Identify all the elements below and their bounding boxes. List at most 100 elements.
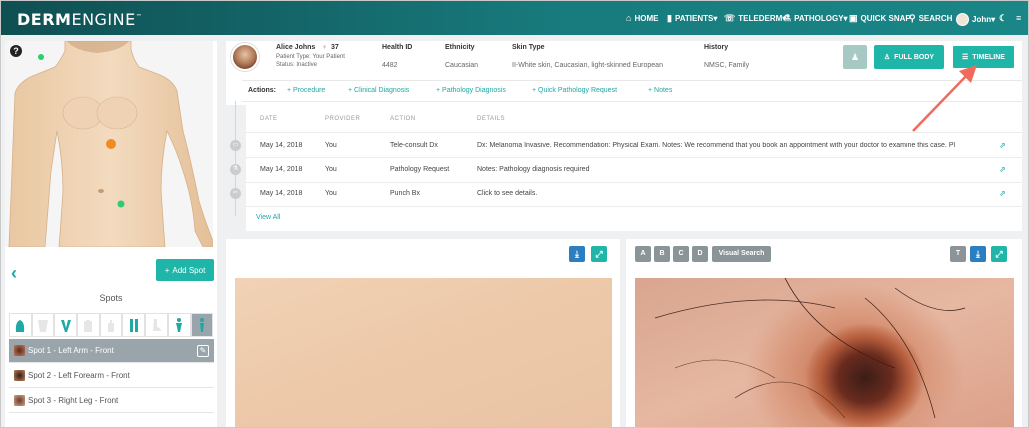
divider xyxy=(246,182,1022,183)
spot-label: Spot 3 - Right Leg - Front xyxy=(28,396,119,405)
health-id-value: 4482 xyxy=(382,62,398,69)
user-avatar xyxy=(956,13,969,26)
nav-quick-snap[interactable]: ▣ QUICK SNAP xyxy=(849,13,911,24)
torso-region-icon[interactable] xyxy=(31,313,55,337)
full-body-region-icon[interactable] xyxy=(167,313,191,337)
download-icon[interactable]: ⤓ xyxy=(970,246,986,262)
spot-item[interactable]: Spot 2 - Left Forearm - Front xyxy=(9,364,214,388)
expand-icon[interactable]: ⤢ xyxy=(591,246,607,262)
health-id-label: Health ID xyxy=(382,44,413,51)
menu-toggle[interactable]: ≡ xyxy=(1016,13,1021,23)
open-external-icon[interactable]: ⇗ xyxy=(999,189,1006,198)
body-region-filter xyxy=(9,313,214,337)
divider xyxy=(246,206,1022,207)
column-header-action: ACTION xyxy=(390,116,416,122)
night-mode-toggle[interactable]: ☾ xyxy=(999,13,1007,24)
spot-marker-3[interactable] xyxy=(38,54,44,60)
visual-search-button[interactable]: Visual Search xyxy=(712,246,771,262)
spot-label: Spot 2 - Left Forearm - Front xyxy=(28,371,130,380)
add-clinical-diagnosis-link[interactable]: + Clinical Diagnosis xyxy=(348,87,409,94)
female-icon: ♀ xyxy=(322,44,328,51)
pathology-icon: ⚗ xyxy=(230,164,241,175)
row-date: May 14, 2018 xyxy=(260,166,303,173)
spot-marker-2[interactable] xyxy=(117,200,125,208)
list-icon: ☰ xyxy=(962,54,969,61)
selected-region-icon[interactable] xyxy=(190,313,214,337)
row-date: May 14, 2018 xyxy=(260,142,303,149)
nav-telederm[interactable]: ☏ TELEDERM▾ xyxy=(724,13,786,24)
teleconsult-icon: ▭ xyxy=(230,140,241,151)
body-map[interactable] xyxy=(5,41,213,247)
divider xyxy=(246,157,1022,158)
add-notes-link[interactable]: + Notes xyxy=(648,87,672,94)
row-details: Dx: Melanoma Invasive. Recommendation: P… xyxy=(477,142,956,149)
home-icon: ⌂ xyxy=(626,13,632,23)
download-icon[interactable]: ⤓ xyxy=(569,246,585,262)
plus-icon: + xyxy=(164,265,170,275)
row-details: Notes: Pathology diagnosis required xyxy=(477,166,590,173)
tools-icon[interactable]: T xyxy=(950,246,966,262)
tab-d[interactable]: D xyxy=(692,246,708,262)
nav-pathology[interactable]: ⚗ PATHOLOGY▾ xyxy=(783,13,848,24)
row-action: Punch Bx xyxy=(390,190,420,197)
patient-profile-button[interactable]: ♟ xyxy=(843,45,867,69)
microscope-icon: ⚗ xyxy=(783,13,792,23)
back-region-icon[interactable] xyxy=(77,313,100,337)
skin-type-value: II-White skin, Caucasian, light-skinned … xyxy=(512,62,663,69)
row-details: Click to see details. xyxy=(477,190,538,197)
hand-region-icon[interactable] xyxy=(99,313,123,337)
spot-marker-1[interactable] xyxy=(106,139,116,149)
dermoscopic-image[interactable] xyxy=(635,278,1014,427)
actions-label: Actions: xyxy=(248,87,276,94)
expand-icon[interactable]: ⤢ xyxy=(991,246,1007,262)
add-pathology-diagnosis-link[interactable]: + Pathology Diagnosis xyxy=(436,87,506,94)
row-provider: You xyxy=(325,142,337,149)
ethnicity-label: Ethnicity xyxy=(445,44,475,51)
head-region-icon[interactable] xyxy=(9,313,32,337)
nav-patients[interactable]: ▮ PATIENTS▾ xyxy=(667,13,717,24)
add-procedure-link[interactable]: + Procedure xyxy=(287,87,325,94)
view-all-link[interactable]: View All xyxy=(256,214,280,221)
logo[interactable]: DERMENGINE™ xyxy=(17,10,142,29)
moon-icon: ☾ xyxy=(999,13,1008,23)
arms-region-icon[interactable] xyxy=(54,313,78,337)
app-window: DERMENGINE™ ⌂ HOME ▮ PATIENTS▾ ☏ TELEDERM▾ … xyxy=(0,0,1029,428)
add-spot-button[interactable]: + Add Spot xyxy=(156,259,214,281)
annotation-arrow xyxy=(912,65,977,132)
spot-thumbnail xyxy=(14,345,25,356)
help-icon[interactable]: ? xyxy=(10,45,22,57)
nav-user[interactable]: John▾ xyxy=(956,13,995,26)
row-provider: You xyxy=(325,166,337,173)
column-header-details: DETAILS xyxy=(477,116,506,122)
spot-item[interactable]: Spot 1 - Left Arm - Front ✎ xyxy=(9,339,214,363)
hair-strands xyxy=(654,278,966,419)
spot-thumbnail xyxy=(14,395,25,406)
history-value: NMSC, Family xyxy=(704,62,750,69)
tab-c[interactable]: C xyxy=(673,246,689,262)
edit-icon[interactable]: ✎ xyxy=(197,345,209,357)
nav-search[interactable]: ⚲ SEARCH xyxy=(909,13,952,24)
foot-region-icon[interactable] xyxy=(145,313,168,337)
clinical-image[interactable] xyxy=(235,278,612,427)
back-chevron-icon[interactable]: ‹ xyxy=(11,263,17,284)
row-date: May 14, 2018 xyxy=(260,190,303,197)
telederm-icon: ☏ xyxy=(724,13,736,23)
legs-region-icon[interactable] xyxy=(122,313,146,337)
spot-item[interactable]: Spot 3 - Right Leg - Front xyxy=(9,389,214,413)
tab-a[interactable]: A xyxy=(635,246,651,262)
spots-title: Spots xyxy=(99,293,123,303)
ethnicity-value: Caucasian xyxy=(445,62,479,69)
row-action: Tele-consult Dx xyxy=(390,142,438,149)
person-icon: ♙ xyxy=(883,54,891,61)
nav-home[interactable]: ⌂ HOME xyxy=(626,13,658,23)
tab-b[interactable]: B xyxy=(654,246,670,262)
search-icon: ⚲ xyxy=(909,13,916,23)
skin-type-label: Skin Type xyxy=(512,44,545,51)
open-external-icon[interactable]: ⇗ xyxy=(999,141,1006,150)
spot-label: Spot 1 - Left Arm - Front xyxy=(28,346,114,355)
menu-icon: ≡ xyxy=(1016,13,1022,23)
patient-type: Patient Type: Your Patient xyxy=(276,54,345,60)
add-quick-pathology-request-link[interactable]: + Quick Pathology Request xyxy=(532,87,617,94)
open-external-icon[interactable]: ⇗ xyxy=(999,165,1006,174)
patient-avatar xyxy=(231,43,259,71)
